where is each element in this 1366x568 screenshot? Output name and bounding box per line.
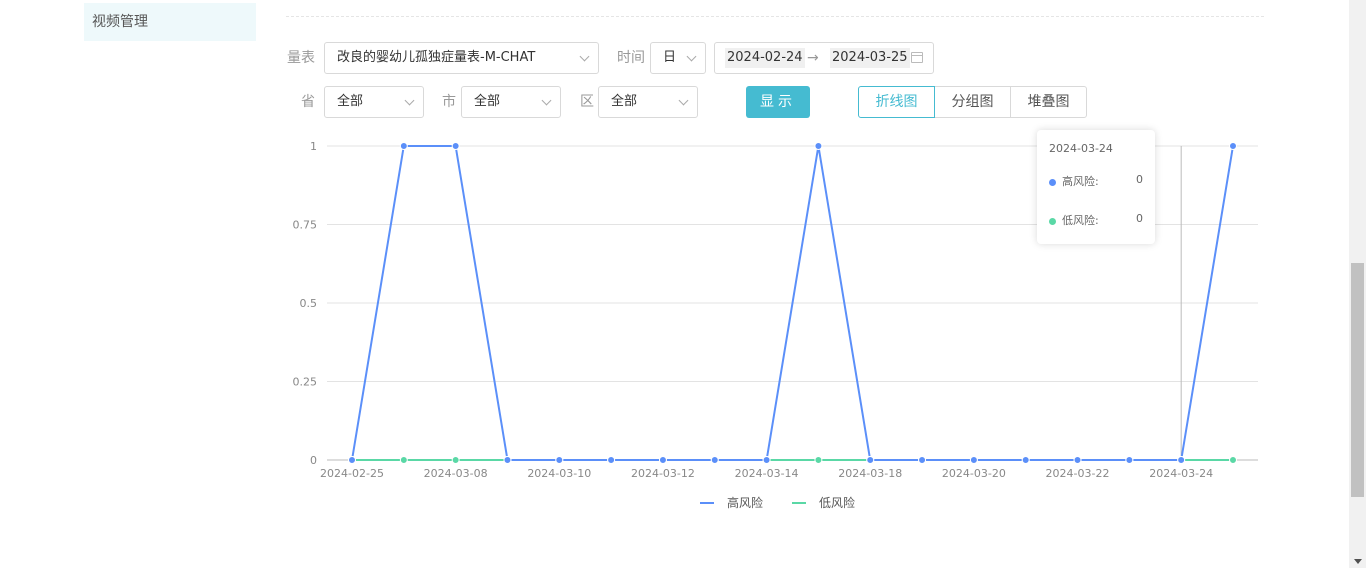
legend-dot-icon — [1049, 217, 1056, 225]
data-point — [1229, 142, 1237, 150]
tooltip-low-label: 低风险: — [1062, 214, 1099, 227]
x-tick-label: 2024-03-24 — [1149, 467, 1213, 480]
data-point — [814, 456, 823, 464]
x-tick-label: 2024-02-25 — [320, 467, 384, 480]
data-point — [555, 456, 564, 464]
data-point — [1229, 456, 1237, 464]
x-tick-label: 2024-03-14 — [735, 467, 799, 480]
data-point — [1021, 456, 1030, 464]
line-chart: 0 0.25 0.5 0.75 1 2024-02-25 2024-03-08 2024-03… — [293, 140, 1258, 510]
data-point — [399, 142, 408, 150]
data-point — [866, 456, 875, 464]
data-point — [814, 142, 823, 150]
data-point — [969, 456, 978, 464]
legend-label: 低风险 — [819, 495, 855, 510]
x-tick-label: 2024-03-08 — [424, 467, 488, 480]
data-point — [710, 456, 719, 464]
data-point — [918, 456, 927, 464]
x-tick-label: 2024-03-18 — [838, 467, 902, 480]
tooltip-row-high: 高风险: 0 — [1049, 173, 1143, 189]
chart-tooltip: 2024-03-24 高风险: 0 低风险: 0 — [1037, 130, 1155, 244]
data-point — [399, 456, 408, 464]
scrollbar[interactable] — [1349, 0, 1366, 568]
data-point — [1125, 456, 1134, 464]
tooltip-row-low: 低风险: 0 — [1049, 212, 1143, 228]
tooltip-high-label: 高风险: — [1062, 175, 1099, 188]
y-tick-label: 0 — [310, 454, 317, 467]
legend-label: 高风险 — [727, 495, 763, 510]
x-tick-label: 2024-03-12 — [631, 467, 695, 480]
data-point — [451, 142, 460, 150]
scroll-down-arrow-icon[interactable] — [1354, 559, 1362, 564]
tooltip-low-value: 0 — [1136, 212, 1143, 225]
y-tick-label: 0.75 — [293, 219, 318, 232]
data-point — [658, 456, 667, 464]
scrollbar-thumb[interactable] — [1351, 263, 1364, 497]
y-tick-label: 0.25 — [293, 376, 318, 389]
y-tick-label: 1 — [310, 140, 317, 153]
tab-line-chart[interactable]: 折线图 — [858, 86, 935, 118]
data-point — [607, 456, 616, 464]
legend-dot-icon — [1049, 178, 1056, 186]
x-tick-label: 2024-03-22 — [1046, 467, 1110, 480]
data-point — [1073, 456, 1082, 464]
data-point — [762, 456, 771, 464]
data-point — [451, 456, 460, 464]
tooltip-date: 2024-03-24 — [1049, 142, 1113, 155]
data-point — [348, 456, 356, 464]
y-tick-label: 0.5 — [300, 297, 318, 310]
data-point — [1177, 456, 1186, 464]
x-tick-label: 2024-03-20 — [942, 467, 1006, 480]
tooltip-high-value: 0 — [1136, 173, 1143, 186]
data-point — [503, 456, 512, 464]
x-tick-label: 2024-03-10 — [527, 467, 591, 480]
